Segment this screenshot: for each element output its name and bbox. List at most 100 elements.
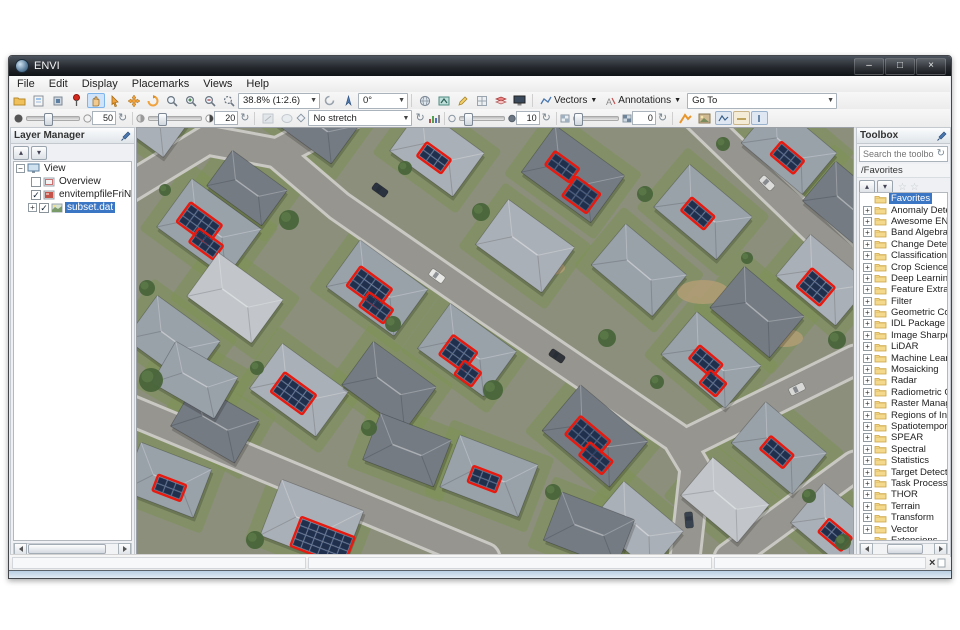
transparency-slider[interactable] [573, 116, 619, 121]
tree-expander-icon[interactable]: + [863, 365, 872, 374]
tree-expander-icon[interactable]: + [863, 376, 872, 385]
layer-row-subset-dat[interactable]: +✓subset.dat [14, 201, 131, 214]
rotate-angle-combo[interactable]: 0°▼ [358, 93, 408, 109]
expand-all-icon[interactable]: ▾ [31, 146, 47, 160]
tree-expander-icon[interactable]: + [863, 217, 872, 226]
toolbox-item-extensions[interactable]: Extensions [860, 535, 947, 541]
tree-expander-icon[interactable]: + [863, 251, 872, 260]
brightness-value[interactable]: 50 [92, 111, 116, 125]
display-icon[interactable] [511, 93, 529, 108]
toolbox-item-image-sharpening[interactable]: +Image Sharpening [860, 330, 947, 341]
grid-icon[interactable] [473, 93, 491, 108]
tree-expander-icon[interactable]: + [863, 433, 872, 442]
tree-expander-icon[interactable]: + [863, 285, 872, 294]
zoom-in-icon[interactable] [182, 93, 200, 108]
toolbox-item-change-detection[interactable]: +Change Detection [860, 239, 947, 250]
transparency-reset-icon[interactable]: ↻ [658, 113, 667, 124]
menu-item-display[interactable]: Display [75, 76, 125, 92]
toolbox-item-anomaly-detection[interactable]: +Anomaly Detection [860, 204, 947, 215]
vectors-dropdown[interactable]: Vectors▼ [536, 95, 601, 106]
toolbox-item-spectral[interactable]: +Spectral [860, 444, 947, 455]
tree-expander-icon[interactable]: + [863, 319, 872, 328]
maximize-button[interactable]: □ [885, 58, 915, 75]
toolbox-item-deep-learning[interactable]: +Deep Learning [860, 273, 947, 284]
toolbox-item-lidar[interactable]: +LiDAR [860, 341, 947, 352]
toolbox-item-radar[interactable]: +Radar [860, 375, 947, 386]
image-view[interactable] [136, 127, 854, 557]
tree-expander-icon[interactable]: + [863, 468, 872, 477]
title-bar[interactable]: ENVI – □ × [9, 56, 951, 76]
tree-expander-icon[interactable]: − [16, 164, 25, 173]
toolbox-item-spear[interactable]: +SPEAR [860, 432, 947, 443]
zoom-icon[interactable] [163, 93, 181, 108]
stretch-combo[interactable]: No stretch▼ [308, 110, 412, 126]
minimize-button[interactable]: – [854, 58, 884, 75]
layer-row-envitempfilefrinov01114035[interactable]: ✓envitempfileFriNov01114035 [14, 188, 131, 201]
stretch-view-icon[interactable] [278, 111, 296, 126]
annotation-pencil-icon[interactable] [454, 93, 472, 108]
chip-icon[interactable] [49, 93, 67, 108]
zoom-level-combo[interactable]: 38.8% (1:2.6)▼ [238, 93, 320, 109]
pin-icon[interactable] [937, 131, 947, 141]
tree-expander-icon[interactable]: + [863, 411, 872, 420]
profile-vertical-icon[interactable] [751, 111, 768, 125]
tree-expander-icon[interactable]: + [863, 342, 872, 351]
tree-expander-icon[interactable]: + [863, 490, 872, 499]
image-overlay-icon[interactable] [696, 111, 714, 126]
collapse-all-icon[interactable]: ▴ [13, 146, 29, 160]
brightness-slider[interactable] [26, 116, 80, 121]
placemark-pin-icon[interactable] [68, 93, 86, 108]
globe-icon[interactable] [416, 93, 434, 108]
tree-expander-icon[interactable]: + [863, 354, 872, 363]
tree-expander-icon[interactable]: + [863, 297, 872, 306]
data-manager-icon[interactable] [30, 93, 48, 108]
tree-expander-icon[interactable]: + [863, 479, 872, 488]
open-file-icon[interactable] [11, 93, 29, 108]
toolbox-item-classification[interactable]: +Classification [860, 250, 947, 261]
profile-horizontal-icon[interactable] [733, 111, 750, 125]
tree-expander-icon[interactable]: + [863, 399, 872, 408]
toolbox-item-filter[interactable]: +Filter [860, 296, 947, 307]
zoom-region-icon[interactable] [220, 93, 238, 108]
menu-item-edit[interactable]: Edit [42, 76, 75, 92]
toolbox-search-input[interactable] [860, 149, 937, 159]
tree-expander-icon[interactable]: + [863, 206, 872, 215]
toolbox-item-target-detection[interactable]: +Target Detection [860, 466, 947, 477]
toolbox-item-band-algebra[interactable]: +Band Algebra [860, 227, 947, 238]
brightness-reset-icon[interactable]: ↻ [118, 113, 127, 124]
tree-expander-icon[interactable]: + [863, 308, 872, 317]
search-refresh-icon[interactable]: ↻ [937, 149, 945, 159]
contrast-reset-icon[interactable]: ↻ [240, 113, 249, 124]
toolbox-header[interactable]: Toolbox [857, 128, 950, 144]
rotate-north-icon[interactable] [340, 93, 358, 108]
stretch-region-icon[interactable] [259, 111, 277, 126]
tree-expander-icon[interactable]: + [863, 240, 872, 249]
toolbox-item-crop-science[interactable]: +Crop Science [860, 261, 947, 272]
tree-expander-icon[interactable]: + [863, 513, 872, 522]
toolbox-item-vector[interactable]: +Vector [860, 523, 947, 534]
tree-expander-icon[interactable]: + [863, 422, 872, 431]
tree-expander-icon[interactable]: + [863, 263, 872, 272]
tree-expander-icon[interactable]: + [863, 445, 872, 454]
layer-manager-header[interactable]: Layer Manager [11, 128, 134, 144]
zoom-out-icon[interactable] [201, 93, 219, 108]
tree-expander-icon[interactable]: + [863, 502, 872, 511]
contour-icon[interactable] [677, 111, 695, 126]
toolbox-item-geometric-correction[interactable]: +Geometric Correction [860, 307, 947, 318]
toolbox-item-spatiotemporal-analysis[interactable]: +Spatiotemporal Analysis [860, 421, 947, 432]
contrast-value[interactable]: 20 [214, 111, 238, 125]
tree-expander-icon[interactable]: + [863, 388, 872, 397]
toolbox-item-regions-of-interest[interactable]: +Regions of Interest [860, 409, 947, 420]
sharpen-reset-icon[interactable]: ↻ [542, 113, 551, 124]
transparency-value[interactable]: 0 [632, 111, 656, 125]
toolbox-item-mosaicking[interactable]: +Mosaicking [860, 364, 947, 375]
tree-expander-icon[interactable]: + [863, 525, 872, 534]
menu-item-file[interactable]: File [10, 76, 42, 92]
menu-item-views[interactable]: Views [196, 76, 239, 92]
toolbox-item-favorites[interactable]: Favorites [860, 193, 947, 204]
close-button[interactable]: × [916, 58, 946, 75]
toolbox-item-terrain[interactable]: +Terrain [860, 501, 947, 512]
rotate-icon[interactable] [144, 93, 162, 108]
resize-grip-icon[interactable] [937, 558, 946, 568]
add-favorite-star-icon[interactable]: ☆ [898, 182, 907, 193]
